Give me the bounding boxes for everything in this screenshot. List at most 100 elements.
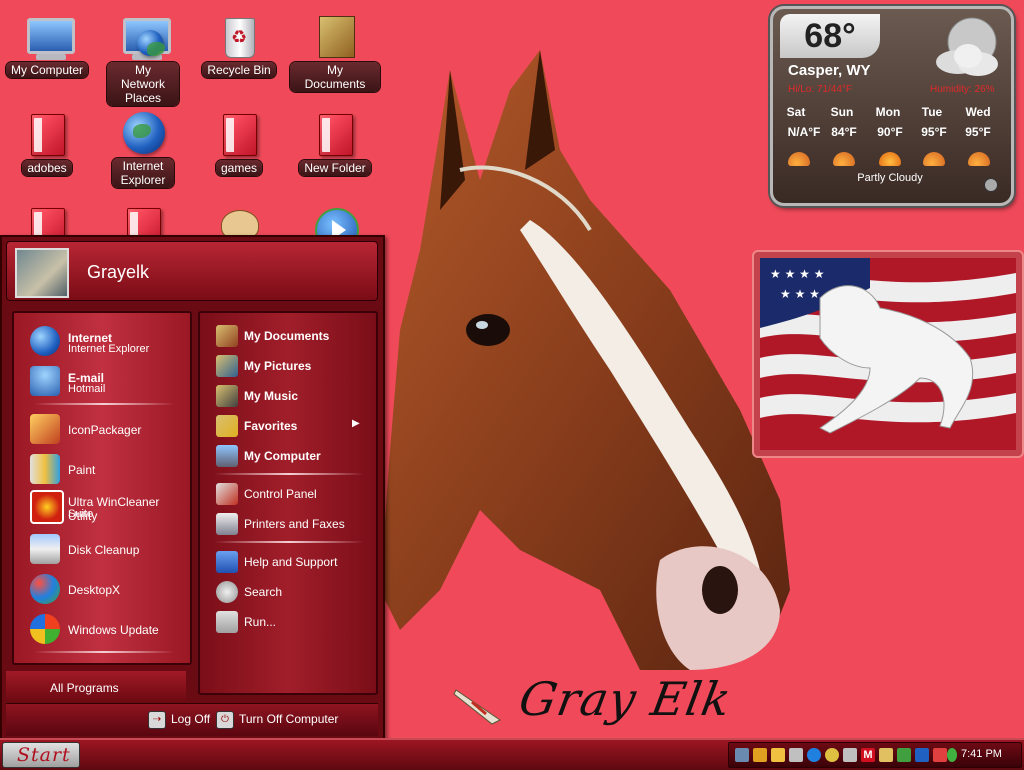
paint-icon (30, 454, 60, 484)
start-button[interactable]: Start (2, 742, 80, 768)
menu-item-label: Favorites (244, 419, 298, 433)
desktop-icon-adobes[interactable]: adobes (2, 112, 92, 176)
folder-icon (311, 112, 359, 158)
wincleaner-icon (30, 490, 64, 524)
recycle-bin-icon (215, 14, 263, 60)
network-places-icon (119, 14, 171, 60)
tray-pencil-icon[interactable] (771, 748, 785, 762)
settings-knob-icon[interactable] (984, 178, 998, 192)
my-music-icon (216, 385, 238, 407)
recent-item-subtitle: Suite (68, 508, 94, 520)
forecast-day: Tue (921, 105, 943, 119)
tray-volume-icon[interactable] (843, 748, 857, 762)
recent-item-desktopx[interactable]: DesktopX (14, 571, 190, 607)
menu-item-label: My Music (244, 389, 299, 403)
tray-network-icon[interactable] (789, 748, 803, 762)
start-menu: Grayelk Internet Internet Explorer E-mai… (0, 235, 385, 741)
internet-explorer-icon (30, 326, 60, 356)
icon-label: My Network Places (107, 62, 179, 106)
recent-item-label: Paint (68, 463, 96, 477)
tray-app-icon[interactable] (897, 748, 911, 762)
log-off-button[interactable]: ⇢ Log Off (148, 711, 210, 729)
help-icon (216, 551, 238, 573)
desktop-icon-internet-explorer[interactable]: Internet Explorer (98, 110, 188, 188)
feather-icon (453, 689, 501, 725)
forecast-temp: 95°F (965, 125, 991, 139)
clock[interactable]: 7:41 PM (961, 748, 1002, 760)
menu-item-printers-and-faxes[interactable]: Printers and Faxes (200, 509, 376, 537)
recent-item-iconpackager[interactable]: IconPackager (14, 411, 190, 447)
icon-label: Recycle Bin (202, 62, 276, 78)
avatar[interactable] (15, 248, 69, 298)
tray-mcafee-icon[interactable]: M (861, 748, 875, 762)
globe-icon (119, 110, 167, 156)
pinned-item-subtitle: Hotmail (68, 383, 106, 395)
pinned-item-email[interactable]: E-mail Hotmail (14, 363, 190, 399)
tray-app-icon[interactable] (947, 748, 957, 762)
menu-item-label: Help and Support (244, 555, 338, 569)
weather-condition: Partly Cloudy (857, 172, 923, 184)
menu-item-my-pictures[interactable]: My Pictures (200, 351, 376, 379)
documents-icon (311, 14, 359, 60)
pinned-item-internet[interactable]: Internet Internet Explorer (14, 323, 190, 359)
tray-monitor-icon[interactable] (735, 748, 749, 762)
forecast-day: Wed (965, 105, 991, 119)
tray-app-icon[interactable] (933, 748, 947, 762)
start-menu-header: Grayelk (6, 241, 378, 301)
tray-app-icon[interactable] (879, 748, 893, 762)
menu-item-control-panel[interactable]: Control Panel (200, 479, 376, 507)
weather-humidity: Humidity: 26% (930, 84, 995, 95)
recent-item-label: IconPackager (68, 423, 142, 437)
recent-item-disk-cleanup[interactable]: Disk Cleanup (14, 531, 190, 567)
iconpackager-icon (30, 414, 60, 444)
taskbar: Start M 7:41 PM (0, 738, 1024, 770)
menu-item-run[interactable]: Run... (200, 607, 376, 635)
all-programs-label: All Programs (50, 681, 119, 695)
menu-item-label: My Documents (244, 329, 330, 343)
menu-item-my-computer[interactable]: My Computer (200, 441, 376, 469)
start-menu-right-pane: My Documents My Pictures My Music Favori… (198, 311, 378, 695)
user-name: Grayelk (87, 262, 150, 282)
tray-app-icon[interactable] (915, 748, 929, 762)
tray-globe-icon[interactable] (825, 748, 839, 762)
menu-item-my-music[interactable]: My Music (200, 381, 376, 409)
recent-item-windows-update[interactable]: Windows Update (14, 611, 190, 647)
submenu-arrow-icon: ▶ (352, 418, 360, 429)
forecast-temp: N/A°F (787, 125, 821, 139)
tray-update-icon[interactable] (807, 748, 821, 762)
picture-frame-widget[interactable]: ★ ★ ★ ★ ★ ★ ★ (752, 250, 1024, 458)
recent-item-paint[interactable]: Paint (14, 451, 190, 487)
desktop-icon-my-computer[interactable]: My Computer (2, 14, 92, 78)
desktopx-icon (30, 574, 60, 604)
all-programs-button[interactable]: All Programs (6, 671, 186, 701)
recent-item-label: Windows Update (68, 623, 159, 637)
menu-item-search[interactable]: Search (200, 577, 376, 605)
forecast-temp: 84°F (831, 125, 857, 139)
desktop-icon-my-network-places[interactable]: My Network Places (98, 14, 188, 106)
computer-icon (23, 14, 75, 60)
desktop-icon-games[interactable]: games (194, 112, 284, 176)
menu-item-my-documents[interactable]: My Documents (200, 321, 376, 349)
weather-widget[interactable]: 68° Casper, WY Hi/Lo: 71/44°F Humidity: … (770, 6, 1014, 206)
icon-label: Internet Explorer (112, 158, 174, 188)
folder-icon (23, 112, 71, 158)
menu-item-help-and-support[interactable]: Help and Support (200, 547, 376, 575)
cloud-moon-icon (936, 17, 998, 76)
desktop-icon-recycle-bin[interactable]: Recycle Bin (194, 14, 284, 78)
search-icon (216, 581, 238, 603)
svg-text:★ ★ ★: ★ ★ ★ (780, 287, 820, 301)
run-icon (216, 611, 238, 633)
turn-off-button[interactable]: ⏻ Turn Off Computer (216, 711, 338, 729)
system-tray: M 7:41 PM (728, 742, 1022, 768)
recent-item-ultra-wincleaner[interactable]: Ultra WinCleaner Utility Suite (14, 487, 190, 524)
my-documents-icon (216, 325, 238, 347)
forecast-temp: 95°F (921, 125, 947, 139)
disk-cleanup-icon (30, 534, 60, 564)
menu-item-favorites[interactable]: Favorites ▶ (200, 411, 376, 439)
icon-label: My Computer (5, 62, 89, 78)
tray-app-icon[interactable] (753, 748, 767, 762)
favorites-icon (216, 415, 238, 437)
start-menu-left-pane: Internet Internet Explorer E-mail Hotmai… (12, 311, 192, 665)
weather-hilo: Hi/Lo: 71/44°F (788, 84, 853, 95)
turn-off-label: Turn Off Computer (239, 712, 339, 727)
